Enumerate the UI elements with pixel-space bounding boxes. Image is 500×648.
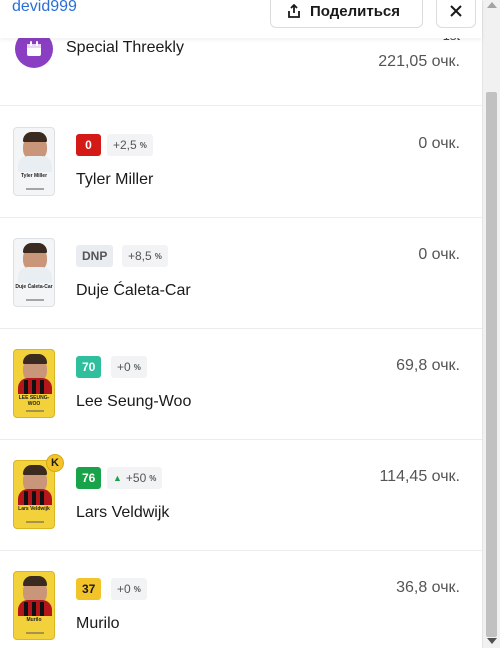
- close-icon: [450, 5, 462, 17]
- percent-icon: %: [133, 362, 141, 372]
- percent-icon: %: [139, 140, 147, 150]
- competition-title: Special Threekly: [66, 39, 184, 56]
- total-points: 221,05 очк.: [378, 53, 460, 70]
- top-bar: devid999 Поделиться: [0, 0, 482, 38]
- player-card-image[interactable]: Duje Ćaleta-Car: [13, 238, 55, 307]
- percent-icon: %: [149, 473, 157, 483]
- player-card-image[interactable]: Lars Veldwijk: [13, 460, 55, 529]
- scroll-down-arrow-icon[interactable]: [487, 638, 497, 644]
- captain-badge: K: [46, 454, 64, 472]
- player-row[interactable]: Tyler Miller 0 +2,5% Tyler Miller 0 очк.: [0, 107, 482, 218]
- player-row[interactable]: Lars Veldwijk K 76 ▲ +50% Lars Veldwijk 1…: [0, 440, 482, 551]
- player-points: 36,8 очк.: [396, 579, 460, 596]
- player-points: 69,8 очк.: [396, 357, 460, 374]
- share-label: Поделиться: [310, 2, 401, 20]
- bonus-value: +2,5: [113, 138, 137, 152]
- percent-icon: %: [133, 584, 141, 594]
- bonus-badge: +0%: [111, 578, 147, 600]
- close-button[interactable]: [436, 0, 476, 28]
- share-icon: [288, 3, 300, 18]
- bonus-value: +50: [125, 471, 147, 485]
- player-card-image[interactable]: LEE SEUNG-WOO: [13, 349, 55, 418]
- player-row[interactable]: Murilo 37 +0% Murilo 36,8 очк.: [0, 551, 482, 648]
- player-row[interactable]: LEE SEUNG-WOO 70 +0% Lee Seung-Woo 69,8 …: [0, 329, 482, 440]
- share-button[interactable]: Поделиться: [270, 0, 423, 28]
- player-points: 0 очк.: [418, 246, 460, 263]
- percent-icon: %: [154, 251, 162, 261]
- scroll-thumb[interactable]: [486, 92, 497, 637]
- bonus-badge: +8,5%: [122, 245, 168, 267]
- score-badge: 70: [76, 356, 102, 378]
- card-player-name: Tyler Miller: [20, 173, 48, 179]
- card-player-name: Lars Veldwijk: [18, 506, 50, 512]
- scroll-up-arrow-icon[interactable]: [487, 2, 497, 8]
- card-player-name: Murilo: [26, 617, 42, 623]
- player-points: 114,45 очк.: [379, 468, 460, 485]
- card-player-name: Duje Ćaleta-Car: [15, 284, 53, 290]
- bonus-value: +8,5: [128, 249, 152, 263]
- player-name: Tyler Miller: [76, 171, 154, 188]
- bonus-badge: ▲ +50%: [107, 467, 163, 489]
- player-name: Lee Seung-Woo: [76, 393, 192, 410]
- arrow-up-icon: ▲: [113, 473, 122, 483]
- player-card-image[interactable]: Tyler Miller: [13, 127, 55, 196]
- card-player-name: LEE SEUNG-WOO: [18, 395, 50, 407]
- bonus-value: +0: [117, 582, 131, 596]
- score-badge: 37: [76, 578, 102, 600]
- score-badge: 0: [76, 134, 101, 156]
- bonus-value: +0: [117, 360, 131, 374]
- score-badge: 76: [76, 467, 102, 489]
- player-name: Duje Ćaleta-Car: [76, 282, 191, 299]
- bonus-badge: +2,5%: [107, 134, 153, 156]
- player-name: Lars Veldwijk: [76, 504, 170, 521]
- player-points: 0 очк.: [418, 135, 460, 152]
- username-link[interactable]: devid999: [12, 0, 77, 16]
- player-card-image[interactable]: Murilo: [13, 571, 55, 640]
- score-badge: DNP: [76, 245, 114, 267]
- player-row[interactable]: Duje Ćaleta-Car DNP +8,5% Duje Ćaleta-Ca…: [0, 218, 482, 329]
- lineup-list: Special Threekly 1st 221,05 очк. Tyler M…: [0, 0, 482, 648]
- player-name: Murilo: [76, 615, 120, 632]
- bonus-badge: +0%: [111, 356, 147, 378]
- scrollbar[interactable]: [482, 0, 500, 648]
